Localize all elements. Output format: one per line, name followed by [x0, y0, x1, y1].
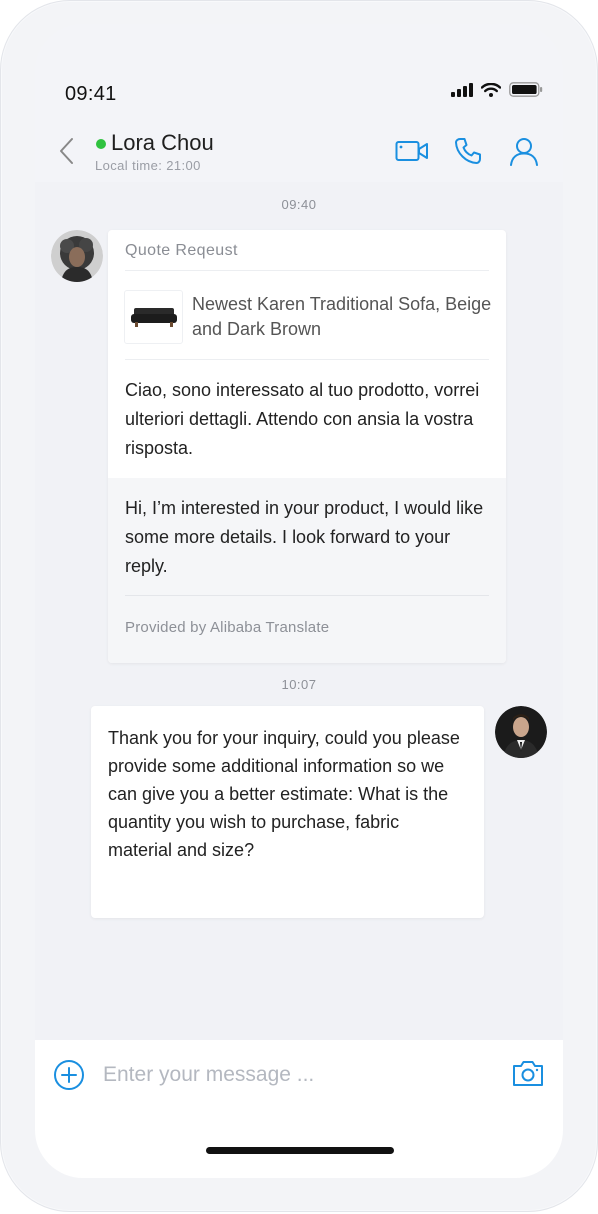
camera-icon	[513, 1061, 543, 1086]
card-divider	[125, 270, 489, 271]
product-thumbnail[interactable]	[124, 290, 183, 344]
outgoing-message-bubble[interactable]: Thank you for your inquiry, could you pl…	[91, 706, 484, 918]
message-timestamp: 10:07	[281, 677, 317, 692]
video-call-button[interactable]	[395, 134, 429, 168]
original-message-text: Ciao, sono interessato al tuo prodotto, …	[125, 380, 480, 458]
translation-provider-label: Provided by Alibaba Translate	[125, 619, 330, 636]
sofa-icon	[130, 308, 177, 327]
plus-circle-icon	[54, 1060, 84, 1090]
online-status-dot	[96, 139, 106, 149]
chat-header: Lora Chou Local time: 21:00	[35, 124, 563, 182]
outgoing-message-text: Thank you for your inquiry, could you pl…	[108, 728, 460, 860]
home-indicator	[206, 1147, 394, 1154]
card-divider	[125, 595, 489, 596]
translated-message-text: Hi, I’m interested in your product, I wo…	[125, 498, 484, 576]
chevron-left-icon	[60, 138, 73, 164]
battery-icon	[509, 82, 543, 102]
card-divider	[125, 359, 489, 360]
profile-button[interactable]	[507, 134, 541, 168]
profile-icon	[510, 138, 538, 166]
user-avatar[interactable]	[495, 706, 547, 758]
contact-name[interactable]: Lora Chou	[111, 130, 214, 156]
add-attachment-button[interactable]	[53, 1059, 85, 1091]
status-icons	[451, 82, 543, 102]
chat-screen: 09:41 Lora Chou Local time: 21:00 09:40 …	[35, 24, 563, 1178]
status-time: 09:41	[65, 83, 117, 105]
product-name[interactable]: Newest Karen Traditional Sofa, Beige and…	[192, 292, 492, 342]
contact-local-time: Local time: 21:00	[95, 158, 201, 173]
message-input[interactable]	[103, 1058, 483, 1092]
phone-call-icon	[455, 138, 481, 164]
contact-avatar[interactable]	[51, 230, 103, 282]
message-list[interactable]: 09:40 Quote Reqeust Newest Karen Traditi…	[35, 182, 563, 1040]
video-call-icon	[395, 141, 428, 161]
camera-button[interactable]	[511, 1058, 545, 1092]
signal-icon	[451, 82, 473, 102]
card-title: Quote Reqeust	[125, 242, 238, 259]
status-bar: 09:41	[35, 24, 563, 124]
message-timestamp: 09:40	[281, 197, 317, 212]
quote-request-card[interactable]: Quote Reqeust Newest Karen Traditional S…	[108, 230, 506, 663]
header-actions	[395, 134, 541, 168]
translation-block: Hi, I’m interested in your product, I wo…	[108, 478, 506, 663]
phone-call-button[interactable]	[451, 134, 485, 168]
wifi-icon	[480, 82, 502, 102]
message-composer	[35, 1040, 563, 1178]
back-button[interactable]	[53, 136, 79, 166]
